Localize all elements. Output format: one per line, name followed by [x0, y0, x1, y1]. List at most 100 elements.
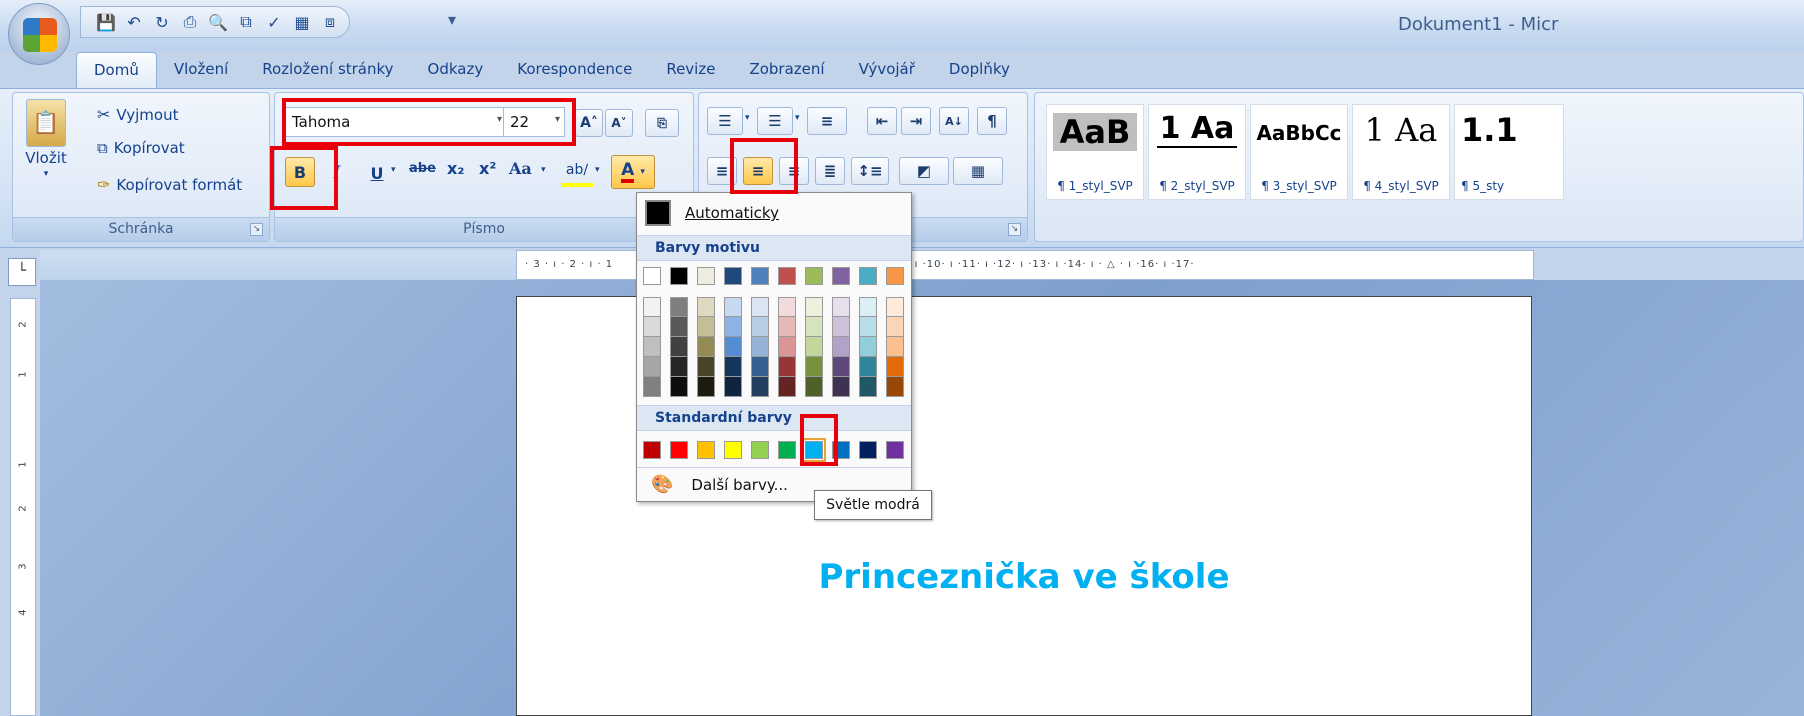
print-icon[interactable]: ⎙ [179, 11, 201, 33]
theme-shade-swatch[interactable] [670, 297, 688, 317]
standard-color-swatch[interactable] [886, 441, 904, 459]
style-tile-4[interactable]: 1 Aa ¶ 4_styl_SVP [1352, 104, 1450, 200]
align-center-icon[interactable]: ≡ [743, 157, 773, 185]
align-right-icon[interactable]: ≡ [779, 157, 809, 185]
theme-shade-swatch[interactable] [805, 297, 823, 317]
theme-color-swatch[interactable] [832, 267, 850, 285]
theme-color-swatch[interactable] [724, 267, 742, 285]
change-case-button[interactable]: Aa [509, 159, 532, 178]
font-color-button[interactable]: A ▾ [611, 155, 655, 189]
tab-review[interactable]: Revize [649, 52, 732, 88]
theme-shade-swatch[interactable] [832, 297, 850, 317]
line-spacing-icon[interactable]: ↕≡ [851, 157, 889, 185]
paste-dropdown-icon[interactable]: ▾ [44, 169, 49, 179]
theme-shade-swatch[interactable] [832, 317, 850, 337]
theme-shade-swatch[interactable] [643, 297, 661, 317]
copy-button[interactable]: ⧉ Kopírovat [97, 139, 185, 157]
standard-color-swatch[interactable] [859, 441, 877, 459]
new-page-icon[interactable]: ⧉ [235, 11, 257, 33]
theme-shade-swatch[interactable] [751, 337, 769, 357]
theme-shade-swatch[interactable] [778, 337, 796, 357]
spelling-icon[interactable]: ✓ [263, 11, 285, 33]
theme-color-swatch[interactable] [886, 267, 904, 285]
italic-button[interactable]: I [325, 159, 349, 187]
clear-formatting-icon[interactable]: ⎘ [645, 109, 679, 137]
tab-developer[interactable]: Vývojář [842, 52, 932, 88]
theme-shade-swatch[interactable] [859, 297, 877, 317]
sort-icon[interactable]: A↓ [939, 107, 969, 135]
theme-shade-swatch[interactable] [670, 337, 688, 357]
tab-home[interactable]: Domů [76, 52, 157, 88]
style-tile-2[interactable]: 1 Aa ¶ 2_styl_SVP [1148, 104, 1246, 200]
subscript-icon[interactable]: x₂ [447, 159, 464, 178]
theme-shade-swatch[interactable] [886, 377, 904, 397]
theme-shade-swatch[interactable] [778, 297, 796, 317]
theme-shade-swatch[interactable] [697, 377, 715, 397]
standard-color-swatch[interactable] [697, 441, 715, 459]
theme-shade-swatch[interactable] [778, 357, 796, 377]
theme-shade-swatch[interactable] [751, 357, 769, 377]
theme-shade-swatch[interactable] [643, 317, 661, 337]
theme-shade-swatch[interactable] [886, 337, 904, 357]
theme-color-swatch[interactable] [859, 267, 877, 285]
standard-color-swatch[interactable] [832, 441, 850, 459]
theme-color-swatch[interactable] [697, 267, 715, 285]
theme-shade-swatch[interactable] [832, 357, 850, 377]
paragraph-launcher-icon[interactable]: ↘ [1008, 223, 1021, 236]
change-case-dropdown-icon[interactable]: ▾ [541, 165, 546, 175]
theme-shade-swatch[interactable] [778, 317, 796, 337]
theme-shade-swatch[interactable] [697, 317, 715, 337]
format-painter-button[interactable]: ✑ Kopírovat formát [97, 175, 242, 194]
theme-shade-swatch[interactable] [643, 377, 661, 397]
theme-shade-swatch[interactable] [697, 297, 715, 317]
customize-qat-icon[interactable]: ▾ [448, 10, 456, 29]
clipboard-launcher-icon[interactable]: ↘ [250, 223, 263, 236]
align-left-icon[interactable]: ≡ [707, 157, 737, 185]
theme-color-swatch[interactable] [778, 267, 796, 285]
automatic-color-item[interactable]: Automaticky [637, 193, 911, 233]
tab-page-layout[interactable]: Rozložení stránky [245, 52, 410, 88]
highlight-icon[interactable]: ab∕ [561, 157, 593, 187]
theme-shade-swatch[interactable] [886, 357, 904, 377]
theme-shade-swatch[interactable] [724, 377, 742, 397]
tab-references[interactable]: Odkazy [411, 52, 501, 88]
theme-shade-swatch[interactable] [805, 337, 823, 357]
theme-color-swatch[interactable] [751, 267, 769, 285]
office-button[interactable] [8, 3, 70, 65]
theme-shade-swatch[interactable] [859, 317, 877, 337]
theme-shade-swatch[interactable] [751, 297, 769, 317]
theme-shade-swatch[interactable] [805, 357, 823, 377]
justify-icon[interactable]: ≣ [815, 157, 845, 185]
paste-button[interactable]: 📋 Vložit ▾ [21, 99, 71, 179]
shading-icon[interactable]: ◩ [899, 157, 949, 185]
theme-shade-swatch[interactable] [670, 377, 688, 397]
theme-shade-swatch[interactable] [670, 357, 688, 377]
chevron-down-icon[interactable]: ▾ [497, 114, 502, 125]
superscript-icon[interactable]: x² [479, 159, 496, 178]
standard-color-swatch[interactable] [778, 441, 796, 459]
numbering-icon[interactable]: ☰ [757, 107, 793, 135]
standard-color-swatch[interactable] [724, 441, 742, 459]
theme-shade-swatch[interactable] [859, 337, 877, 357]
save-icon[interactable]: 💾 [95, 11, 117, 33]
theme-shade-swatch[interactable] [643, 357, 661, 377]
print-preview-icon[interactable]: 🔍 [207, 11, 229, 33]
bullets-dropdown-icon[interactable]: ▾ [745, 113, 750, 123]
style-tile-5[interactable]: 1.1 ¶ 5_sty [1454, 104, 1564, 200]
standard-color-swatch[interactable] [751, 441, 769, 459]
standard-color-swatch[interactable] [802, 438, 826, 462]
bullets-icon[interactable]: ☰ [707, 107, 743, 135]
theme-shade-swatch[interactable] [832, 377, 850, 397]
tab-view[interactable]: Zobrazení [732, 52, 841, 88]
tab-addins[interactable]: Doplňky [932, 52, 1027, 88]
theme-shade-swatch[interactable] [643, 337, 661, 357]
grow-font-icon[interactable]: A˄ [575, 109, 603, 137]
theme-color-swatch[interactable] [805, 267, 823, 285]
theme-shade-swatch[interactable] [832, 337, 850, 357]
shrink-font-icon[interactable]: A˅ [605, 109, 633, 137]
standard-color-swatch[interactable] [670, 441, 688, 459]
theme-shade-swatch[interactable] [724, 337, 742, 357]
theme-shade-swatch[interactable] [778, 377, 796, 397]
theme-color-swatch[interactable] [643, 267, 661, 285]
underline-button[interactable]: U [365, 159, 389, 187]
